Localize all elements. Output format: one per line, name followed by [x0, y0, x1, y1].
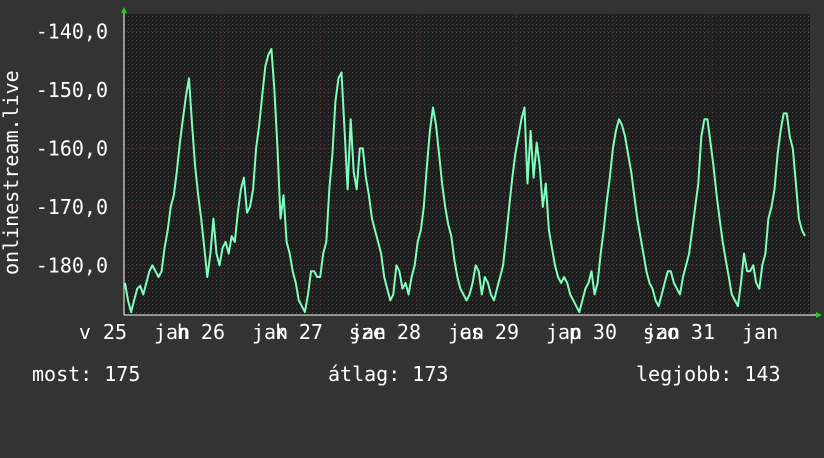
y-axis-ticks: -180,0 -170,0 -160,0 -150,0 -140,0: [36, 20, 108, 278]
stat-current-label: most:: [32, 362, 93, 386]
x-axis-arrow: [816, 312, 822, 318]
y-axis-arrow: [121, 7, 127, 13]
stat-average-label: átlag:: [328, 362, 401, 386]
x-axis-ticks: v 25 janh 26 jank 27 jansze 28 jancs 29 janp …: [79, 320, 778, 344]
chart: -180,0 -170,0 -160,0 -150,0 -140,0 v 25 jan h …: [0, 7, 822, 344]
stat-best: legjobb: 143: [636, 362, 781, 386]
x-tick-label: k 27: [275, 320, 323, 344]
y-tick-label: -140,0: [36, 20, 108, 44]
x-tick-label: szo 31: [643, 320, 715, 344]
x-tick-label: jan: [742, 320, 778, 344]
stat-best-label: legjobb:: [636, 362, 733, 386]
y-tick-label: -170,0: [36, 195, 108, 219]
stat-average: átlag: 173: [328, 362, 448, 386]
y-tick-label: -160,0: [36, 136, 108, 160]
x-tick-label: cs 29: [459, 320, 519, 344]
stat-best-value: 143: [744, 362, 781, 386]
stat-current: most: 175: [32, 362, 140, 386]
stats-bar: most: 175 átlag: 173 legjobb: 143: [0, 362, 824, 392]
x-tick-label: h 26: [177, 320, 225, 344]
x-tick-label: p 30: [569, 320, 617, 344]
x-tick-label: v 25: [79, 320, 127, 344]
x-tick-label: sze 28: [349, 320, 421, 344]
stat-average-value: 173: [412, 362, 449, 386]
y-axis-label: onlinestream.live: [0, 70, 23, 275]
y-tick-label: -150,0: [36, 78, 108, 102]
stat-current-value: 175: [104, 362, 141, 386]
plot-area: [124, 14, 810, 315]
y-tick-label: -180,0: [36, 253, 108, 277]
